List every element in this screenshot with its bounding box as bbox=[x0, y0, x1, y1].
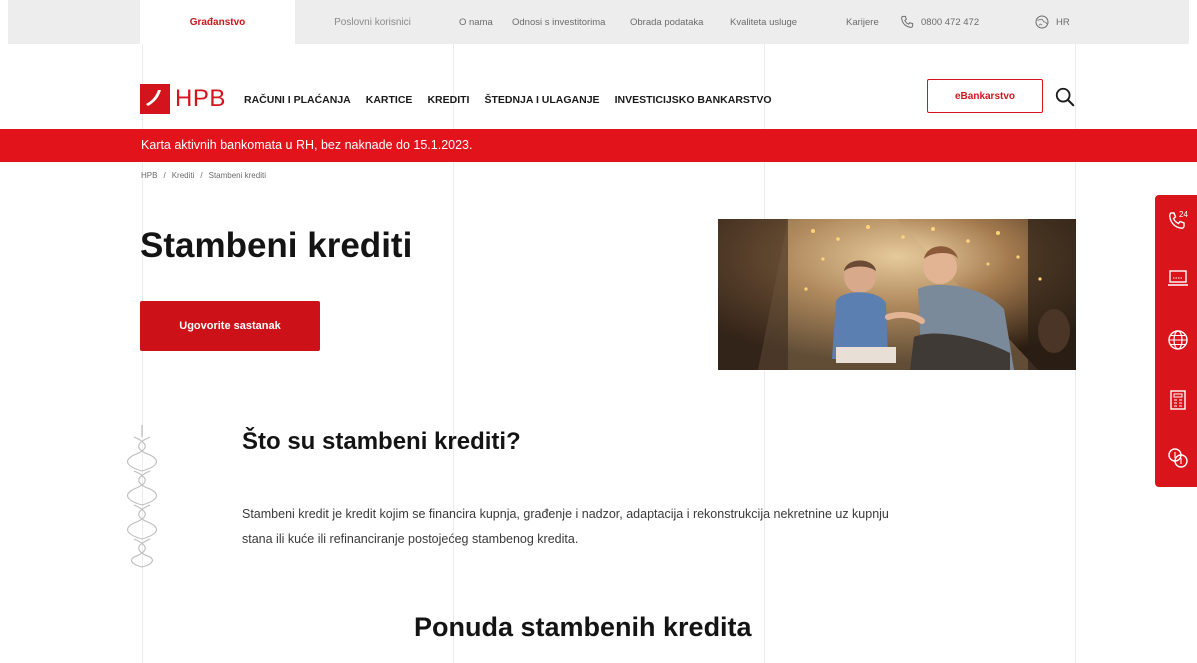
util-link-label: Kvaliteta usluge bbox=[730, 16, 798, 28]
atm-notice-banner[interactable]: Karta aktivnih bankomata u RH, bez nakna… bbox=[0, 129, 1197, 162]
segment-label: Građanstvo bbox=[189, 16, 246, 28]
hpb-logo[interactable]: HPB bbox=[140, 84, 226, 114]
breadcrumb-separator: / bbox=[200, 171, 203, 180]
quick-tools-rail: 24 bbox=[1155, 195, 1197, 487]
util-link-about[interactable]: O nama bbox=[459, 0, 493, 44]
segment-tab-citizens[interactable]: Građanstvo bbox=[140, 0, 295, 44]
logo-text: HPB bbox=[175, 85, 226, 112]
page-title: Stambeni krediti bbox=[140, 226, 413, 265]
util-link-investors[interactable]: Odnosi s investitorima bbox=[512, 0, 605, 44]
search-icon[interactable] bbox=[1054, 86, 1076, 108]
segment-label: Poslovni korisnici bbox=[334, 16, 411, 28]
phone-link[interactable]: 0800 472 472 bbox=[899, 0, 979, 44]
language-label: HR bbox=[1056, 16, 1070, 28]
phone-icon bbox=[901, 15, 914, 28]
util-link-label: Odnosi s investitorima bbox=[512, 16, 606, 28]
utility-bar: Građanstvo Poslovni korisnici O nama Odn… bbox=[8, 0, 1189, 44]
phone-24-icon: 24 bbox=[1169, 210, 1188, 229]
util-link-data-processing[interactable]: Obrada podataka bbox=[630, 0, 703, 44]
hero-image bbox=[718, 219, 1076, 370]
phone-number: 0800 472 472 bbox=[921, 16, 980, 28]
breadcrumb-current: Stambeni krediti bbox=[208, 171, 266, 180]
breadcrumb: HPB / Krediti / Stambeni krediti bbox=[141, 171, 266, 180]
nav-item-loans[interactable]: KREDITI bbox=[427, 94, 469, 106]
book-meeting-button[interactable]: Ugovorite sastanak bbox=[140, 301, 320, 351]
rail-ebanking[interactable] bbox=[1163, 263, 1193, 293]
rail-calculator[interactable] bbox=[1163, 385, 1193, 415]
util-link-label: O nama bbox=[459, 16, 493, 28]
util-link-label: Karijere bbox=[846, 16, 879, 28]
language-switch[interactable]: HR bbox=[1034, 0, 1070, 44]
cta-label: Ugovorite sastanak bbox=[179, 320, 281, 332]
rail-exchange[interactable] bbox=[1163, 443, 1193, 473]
util-link-service-quality[interactable]: Kvaliteta usluge bbox=[730, 0, 797, 44]
ebanking-button[interactable]: eBankarstvo bbox=[927, 79, 1043, 113]
globe-icon bbox=[1035, 15, 1049, 29]
ebanking-label: eBankarstvo bbox=[954, 90, 1016, 102]
rail-web[interactable] bbox=[1163, 325, 1193, 355]
section-title: Što su stambeni krediti? bbox=[242, 428, 521, 455]
laptop-icon bbox=[1168, 270, 1188, 286]
breadcrumb-home[interactable]: HPB bbox=[141, 171, 157, 180]
main-nav: RAČUNI I PLAĆANJA KARTICE KREDITI ŠTEDNJ… bbox=[244, 88, 772, 112]
section-description: Stambeni kredit je kredit kojim se finan… bbox=[242, 507, 889, 546]
nav-item-savings[interactable]: ŠTEDNJA I ULAGANJE bbox=[484, 94, 599, 106]
breadcrumb-separator: / bbox=[163, 171, 166, 180]
util-link-careers[interactable]: Karijere bbox=[846, 0, 879, 44]
util-link-label: Obrada podataka bbox=[630, 16, 704, 28]
nav-item-cards[interactable]: KARTICE bbox=[366, 94, 413, 106]
calculator-icon bbox=[1170, 390, 1186, 410]
offer-section-title: Ponuda stambenih kredita bbox=[414, 612, 752, 642]
nav-item-accounts[interactable]: RAČUNI I PLAĆANJA bbox=[244, 94, 351, 106]
banner-text: Karta aktivnih bankomata u RH, bez nakna… bbox=[141, 138, 473, 152]
segment-tab-business[interactable]: Poslovni korisnici bbox=[295, 0, 450, 44]
nav-item-investment-banking[interactable]: INVESTICIJSKO BANKARSTVO bbox=[615, 94, 772, 106]
rope-ornament bbox=[127, 425, 157, 568]
money-icon bbox=[1168, 448, 1188, 468]
rail-24-badge: 24 bbox=[1179, 210, 1188, 219]
globe-icon bbox=[1168, 330, 1188, 350]
breadcrumb-loans[interactable]: Krediti bbox=[172, 171, 195, 180]
logo-mark-icon bbox=[140, 84, 170, 114]
rail-contact-24[interactable]: 24 bbox=[1163, 205, 1193, 235]
